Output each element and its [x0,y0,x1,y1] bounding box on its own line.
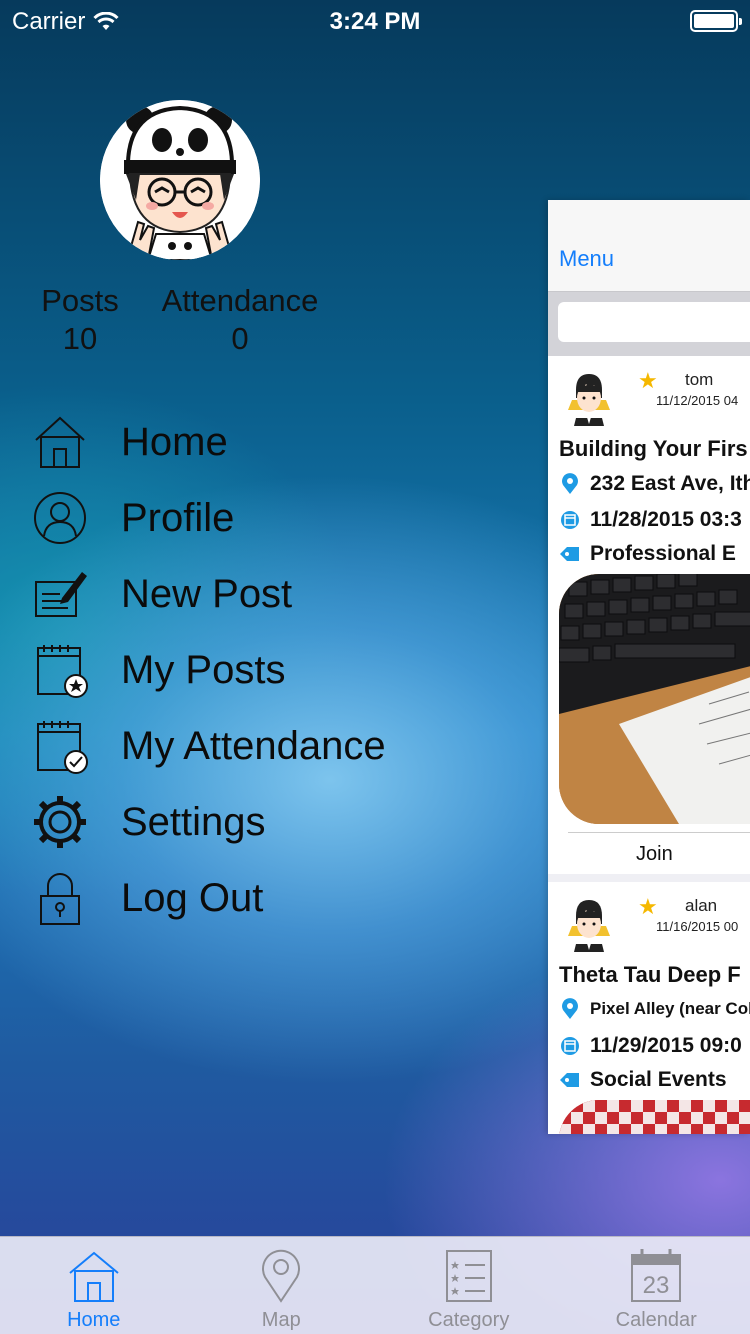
attendance-label: Attendance [161,283,319,318]
status-bar: Carrier 3:24 PM [0,0,750,40]
tab-map[interactable]: Map [188,1237,376,1334]
attendance-count: 0 [231,321,249,356]
home-icon [69,1251,119,1302]
location-row: 232 East Ave, Itha [559,472,750,496]
calendar-icon [559,1035,581,1057]
menu-label-profile: Profile [121,495,235,540]
author-avatar [568,374,610,426]
feed-panel[interactable]: Menu ★ tom 11/12/2015 04 Building Your F… [548,200,750,1134]
calendar-badge: 23 [643,1272,670,1299]
posts-stat: Posts 10 [30,283,130,357]
battery-icon [690,10,742,32]
tab-bar: Home Map Category 23 Calendar [0,1236,750,1334]
menu-label-log-out: Log Out [121,875,264,920]
gear-icon [30,792,90,852]
category-row: Professional E [559,542,736,566]
menu-item-my-attendance[interactable]: My Attendance [30,708,386,784]
posts-label: Posts [41,283,119,318]
join-button[interactable]: Join [636,843,673,866]
new-post-icon [30,564,90,624]
search-bar [548,292,750,356]
post-category: Professional E [590,542,736,565]
menu-label-settings: Settings [121,799,266,844]
post-event-date: 11/28/2015 03:3 [590,508,742,531]
map-pin-icon [262,1249,301,1303]
post-category: Social Events [590,1068,727,1091]
search-input[interactable] [558,302,750,342]
category-row: Social Events [559,1068,727,1092]
home-icon [30,412,90,472]
calendar-icon [559,509,581,531]
menu-item-home[interactable]: Home [30,404,386,480]
post-location: 232 East Ave, Itha [590,472,750,495]
card-divider [568,832,750,833]
tab-category[interactable]: Category [375,1237,563,1334]
event-date-row: 11/28/2015 03:3 [559,508,742,532]
profile-icon [30,488,90,548]
my-posts-icon [30,640,90,700]
post-event-date: 11/29/2015 09:0 [590,1034,742,1057]
star-icon[interactable]: ★ [638,894,658,920]
tag-icon [559,543,581,565]
my-attendance-icon [30,716,90,776]
posts-count: 10 [62,321,98,356]
post-image[interactable] [559,574,750,824]
tab-calendar[interactable]: 23 Calendar [563,1237,750,1334]
location-row: Pixel Alley (near Colle [559,998,750,1020]
tag-icon [559,1069,581,1091]
menu-button[interactable]: Menu [559,246,614,272]
attendance-stat: Attendance 0 [150,283,330,357]
post-card[interactable]: ★ tom 11/12/2015 04 Building Your Firs 2… [548,356,750,874]
feed-navbar: Menu [548,200,750,292]
tab-label-calendar: Calendar [615,1309,697,1331]
location-pin-icon [559,473,581,495]
post-location: Pixel Alley (near Colle [590,999,750,1018]
post-image[interactable] [559,1100,750,1134]
tab-label-category: Category [428,1309,510,1331]
post-date: 11/12/2015 04 [656,393,739,408]
post-date: 11/16/2015 00 [656,919,739,934]
menu-label-my-posts: My Posts [121,647,286,692]
menu-item-profile[interactable]: Profile [30,480,386,556]
menu-label-new-post: New Post [121,571,293,616]
post-title: Building Your Firs [559,436,748,461]
menu-label-home: Home [121,419,228,464]
menu-item-log-out[interactable]: Log Out [30,860,386,936]
tab-label-map: Map [261,1309,301,1331]
author-avatar [568,900,610,952]
location-pin-icon [559,998,581,1020]
event-date-row: 11/29/2015 09:0 [559,1034,742,1058]
author-name: alan [685,896,718,915]
author-name: tom [685,370,714,389]
star-icon[interactable]: ★ [638,368,658,394]
tab-label-home: Home [67,1309,121,1331]
tab-home[interactable]: Home [0,1237,188,1334]
lock-icon [30,868,90,928]
panda-avatar-icon [100,100,260,260]
calendar-icon: 23 [631,1249,682,1302]
list-icon [445,1250,492,1302]
post-title: Theta Tau Deep F [559,962,741,987]
menu-item-my-posts[interactable]: My Posts [30,632,386,708]
clock: 3:24 PM [329,8,421,35]
side-menu: Home Profile New Post My Posts My Attend… [30,404,386,936]
avatar[interactable] [100,100,260,260]
menu-item-new-post[interactable]: New Post [30,556,386,632]
menu-label-my-attendance: My Attendance [121,723,386,768]
menu-item-settings[interactable]: Settings [30,784,386,860]
post-card[interactable]: ★ alan 11/16/2015 00 Theta Tau Deep F Pi… [548,882,750,1134]
